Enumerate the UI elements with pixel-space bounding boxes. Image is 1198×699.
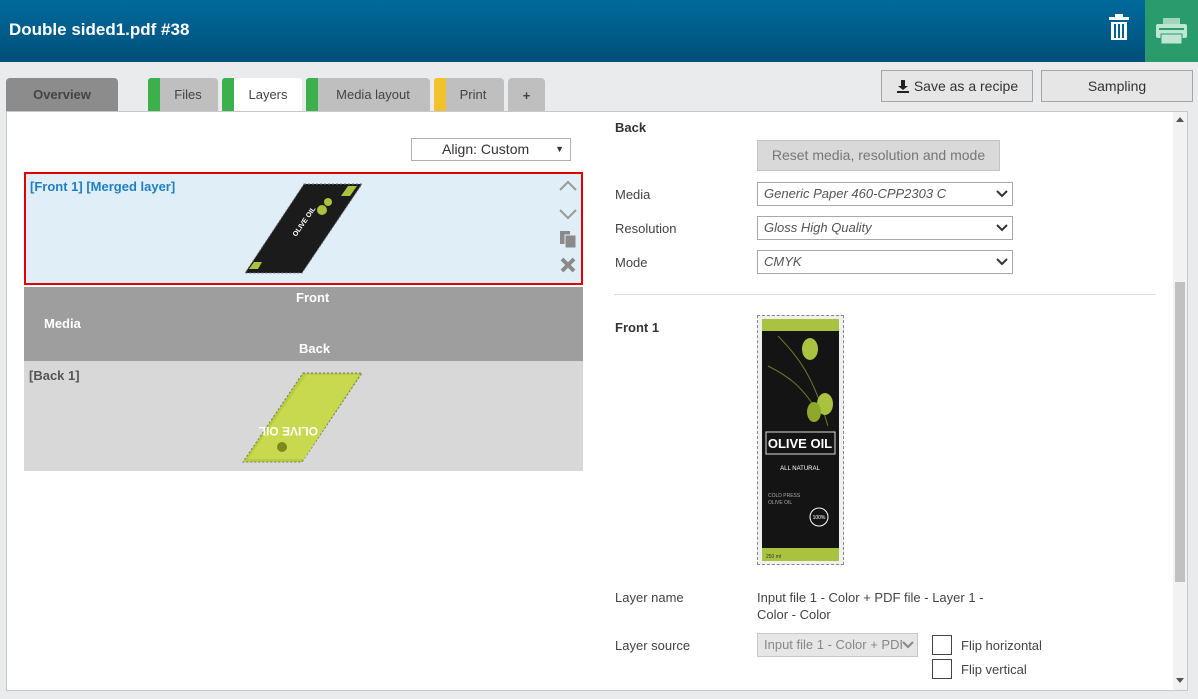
layer-source-select[interactable]: Input file 1 - Color + PDF — [757, 633, 918, 657]
back-thumb-text: OLIVE OIL — [259, 424, 318, 438]
align-select-value: Align: Custom — [442, 141, 530, 157]
preview-sub-text: ALL NATURAL — [780, 466, 820, 472]
tab-overview-label: Overview — [33, 87, 91, 102]
mode-select[interactable]: CMYK — [757, 250, 1013, 274]
front-section-title: Front 1 — [615, 320, 660, 335]
layer-source-value: Input file 1 - Color + PDF — [764, 637, 908, 652]
add-tab-button[interactable]: + — [508, 78, 545, 111]
download-icon — [896, 80, 909, 93]
front-layer-name: [Front 1] [Merged layer] — [30, 179, 176, 194]
media-select-value: Generic Paper 460-CPP2303 C — [764, 186, 947, 201]
save-as-recipe-label: Save as a recipe — [913, 78, 1019, 94]
media-band-front: Front — [296, 290, 330, 305]
mode-select-value: CMYK — [764, 254, 802, 269]
document-title: Double sided1.pdf #38 — [9, 20, 190, 39]
tab-overview[interactable]: Overview — [6, 78, 118, 111]
front-layer-item[interactable]: [Front 1] [Merged layer] OLIVE OIL — [24, 172, 583, 285]
panel-scrollbar[interactable] — [1173, 112, 1187, 690]
scroll-down-icon[interactable] — [1176, 676, 1184, 684]
resolution-select[interactable]: Gloss High Quality — [757, 216, 1013, 240]
scrollbar-thumb[interactable] — [1175, 282, 1185, 582]
flip-horizontal-checkbox[interactable] — [932, 635, 952, 655]
flip-vertical-checkbox[interactable] — [932, 659, 952, 679]
back-layer-item[interactable]: [Back 1] OLIVE OIL — [24, 361, 583, 471]
printer-icon — [1156, 18, 1187, 45]
caret-down-icon: ▼ — [555, 144, 564, 154]
tab-layers[interactable]: Layers — [222, 78, 302, 112]
media-label: Media — [615, 187, 651, 202]
preview-cold2-text: OLIVE OIL — [768, 500, 792, 506]
media-band-back: Back — [299, 341, 331, 356]
section-divider — [614, 294, 1156, 295]
media-band-media: Media — [44, 316, 81, 331]
chevron-down-icon — [996, 258, 1008, 266]
chevron-down-icon — [902, 635, 914, 655]
media-band: Front Media Back — [24, 287, 583, 361]
tab-files-label: Files — [174, 87, 202, 102]
chevron-down-icon — [996, 190, 1008, 198]
layer-name-value: Input file 1 - Color + PDF file - Layer … — [757, 590, 984, 622]
tab-media-layout[interactable]: Media layout — [306, 78, 430, 111]
chevron-down-icon[interactable] — [557, 202, 579, 224]
tab-files-status — [148, 78, 160, 111]
tab-layers-label: Layers — [248, 87, 288, 102]
preview-volume-text: 250 ml — [766, 554, 781, 560]
tab-media-layout-status — [306, 78, 318, 111]
preview-pct-text: 100% — [813, 515, 826, 521]
back-layer-name: [Back 1] — [29, 368, 80, 383]
delete-icon[interactable] — [557, 254, 579, 276]
tab-print-label: Print — [459, 87, 487, 102]
reset-media-button[interactable]: Reset media, resolution and mode — [757, 140, 1000, 171]
app-header: Double sided1.pdf #38 — [0, 0, 1198, 62]
flip-horizontal-label: Flip horizontal — [961, 638, 1042, 653]
resolution-label: Resolution — [615, 221, 677, 236]
preview-brand-text: OLIVE OIL — [768, 436, 832, 451]
tab-media-layout-label: Media layout — [336, 87, 410, 102]
chevron-up-icon[interactable] — [557, 176, 579, 198]
tab-print[interactable]: Print — [434, 78, 504, 111]
flip-vertical-label: Flip vertical — [961, 662, 1027, 677]
tab-files[interactable]: Files — [148, 78, 218, 111]
copy-icon[interactable] — [557, 228, 579, 250]
layer-source-label: Layer source — [615, 638, 691, 653]
align-select[interactable]: Align: Custom ▼ — [411, 138, 571, 161]
print-button[interactable] — [1145, 0, 1198, 62]
back-section-title: Back — [615, 120, 647, 135]
tab-layers-status — [222, 78, 234, 111]
layer-name-label: Layer name — [615, 590, 684, 605]
back-layer-thumbnail: OLIVE OIL — [242, 372, 363, 463]
preview-cold-text: COLD PRESS — [768, 493, 801, 499]
scroll-up-icon[interactable] — [1176, 116, 1184, 124]
front-layer-preview: OLIVE OIL ALL NATURAL COLD PRESS OLIVE O… — [757, 315, 844, 565]
resolution-select-value: Gloss High Quality — [764, 220, 872, 235]
tab-print-status — [434, 78, 446, 111]
plus-icon: + — [522, 88, 531, 103]
mode-label: Mode — [615, 255, 648, 270]
save-as-recipe-button[interactable]: Save as a recipe — [881, 70, 1033, 102]
sampling-button[interactable]: Sampling — [1041, 70, 1193, 102]
trash-icon[interactable] — [1098, 10, 1140, 50]
front-layer-thumbnail: OLIVE OIL — [244, 183, 363, 274]
chevron-down-icon — [996, 224, 1008, 232]
media-select[interactable]: Generic Paper 460-CPP2303 C — [757, 182, 1013, 206]
